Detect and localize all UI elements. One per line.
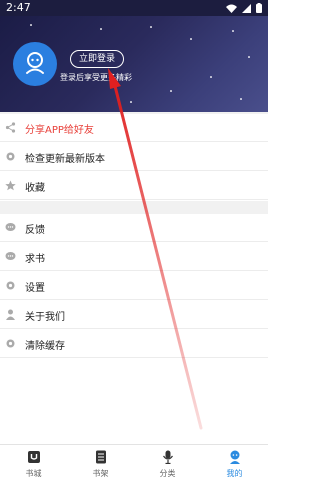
bookshelf-icon <box>95 450 106 464</box>
menu-label-favorites: 收藏 <box>25 183 45 194</box>
profile-icon <box>229 450 240 464</box>
star-decoration <box>248 56 250 58</box>
menu-label-settings: 设置 <box>25 283 45 294</box>
star-decoration <box>130 101 132 103</box>
status-icons <box>226 3 262 13</box>
menu-label-clear-cache: 清除缓存 <box>25 341 65 352</box>
login-button[interactable]: 立即登录 <box>70 50 124 68</box>
menu-label-share: 分享APP给好友 <box>25 125 94 136</box>
login-hint: 登录后享受更多精彩 <box>60 73 132 82</box>
tab-label: 我的 <box>226 469 243 478</box>
menu-item-about[interactable]: 关于我们 <box>0 301 268 329</box>
tab-label: 书城 <box>25 469 42 478</box>
tab-label: 分类 <box>159 469 176 478</box>
tab-label: 书架 <box>92 469 109 478</box>
star-decoration <box>30 24 32 26</box>
gear-icon <box>6 152 15 161</box>
tab-bookstore[interactable]: 书城 <box>0 445 67 480</box>
menu-item-clear-cache[interactable]: 清除缓存 <box>0 330 268 358</box>
user-avatar-icon <box>26 52 44 74</box>
star-decoration <box>210 76 212 78</box>
gear-icon <box>6 281 15 290</box>
star-decoration <box>190 38 192 40</box>
chat-bubble-icon <box>5 223 16 231</box>
star-icon <box>5 180 16 191</box>
menu-item-settings[interactable]: 设置 <box>0 272 268 300</box>
star-decoration <box>100 28 102 30</box>
tab-bookshelf[interactable]: 书架 <box>67 445 134 480</box>
share-icon <box>5 122 16 133</box>
status-bar: 2:47 <box>0 0 268 16</box>
profile-header: 立即登录 登录后享受更多精彩 <box>0 16 268 112</box>
menu-item-share[interactable]: 分享APP给好友 <box>0 114 268 142</box>
status-time: 2:47 <box>6 1 31 14</box>
menu-item-favorites[interactable]: 收藏 <box>0 172 268 200</box>
battery-icon <box>256 3 262 13</box>
menu-label-about: 关于我们 <box>25 312 65 323</box>
tab-profile[interactable]: 我的 <box>201 445 268 480</box>
chat-bubble-icon <box>5 252 16 260</box>
star-decoration <box>170 90 172 92</box>
person-icon <box>6 309 15 320</box>
bottom-tab-bar: 书城 书架 分类 我的 <box>0 444 268 480</box>
menu-item-feedback[interactable]: 反馈 <box>0 214 268 242</box>
menu-label-check-update: 检查更新最新版本 <box>25 154 105 165</box>
gear-icon <box>6 339 15 348</box>
signal-icon <box>242 3 251 13</box>
tab-category[interactable]: 分类 <box>134 445 201 480</box>
category-icon <box>162 450 173 464</box>
avatar[interactable] <box>13 42 57 86</box>
menu-label-feedback: 反馈 <box>25 225 45 236</box>
menu-item-request-book[interactable]: 求书 <box>0 243 268 271</box>
star-decoration <box>240 98 242 100</box>
menu-label-request-book: 求书 <box>25 254 45 265</box>
bookstore-icon <box>27 451 40 463</box>
menu-item-check-update[interactable]: 检查更新最新版本 <box>0 143 268 171</box>
section-divider <box>0 201 268 214</box>
star-decoration <box>150 26 152 28</box>
star-decoration <box>232 30 234 32</box>
wifi-icon <box>226 4 237 13</box>
